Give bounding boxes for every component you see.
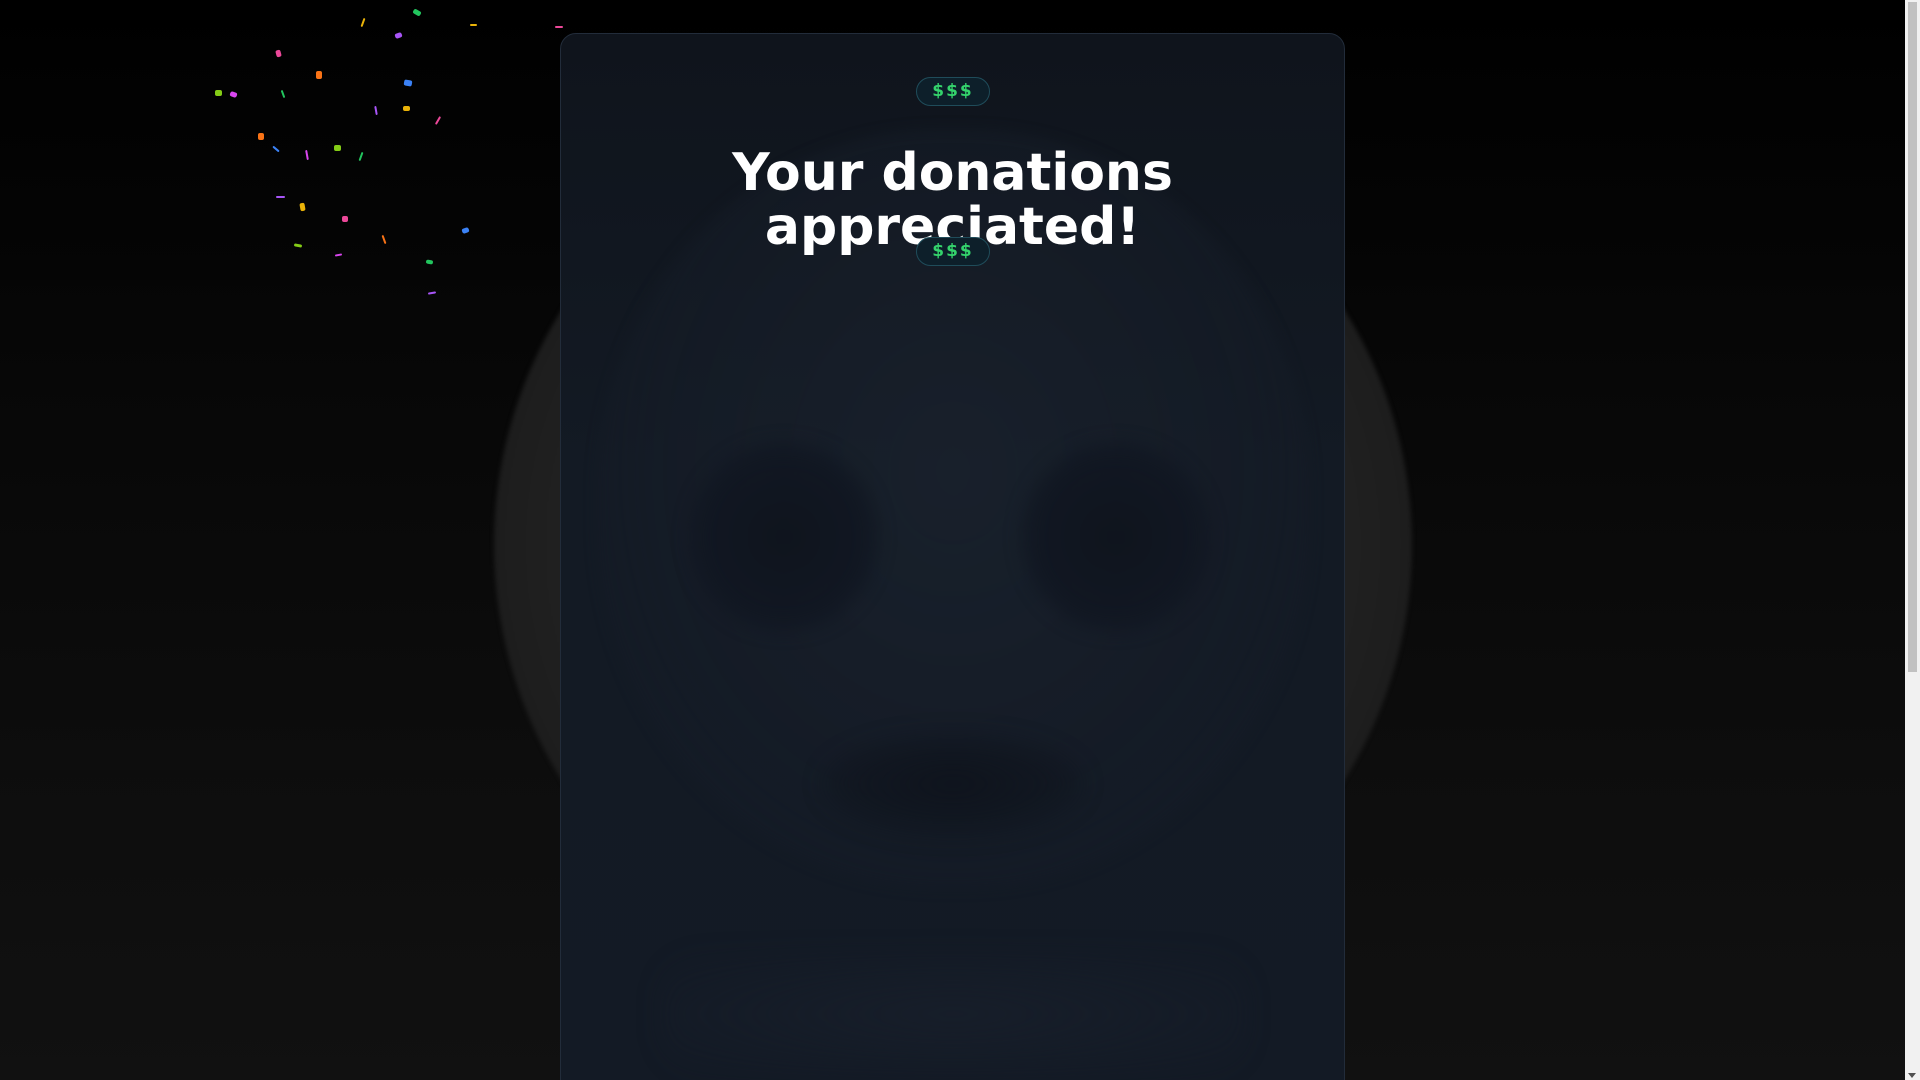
donation-card: $$$ Your donations appreciated! $$$ (560, 33, 1345, 1080)
confetti-piece (427, 291, 437, 295)
confetti-piece (412, 8, 422, 17)
confetti-piece (275, 49, 282, 58)
confetti-piece (374, 105, 378, 116)
confetti-piece (555, 26, 563, 28)
confetti-piece (394, 31, 403, 40)
confetti-piece (358, 151, 364, 162)
confetti-piece (280, 89, 286, 99)
confetti-piece (342, 216, 348, 222)
face-right-eye (1021, 442, 1211, 632)
confetti-piece (215, 90, 222, 96)
confetti-piece (381, 234, 387, 245)
confetti-piece (403, 79, 413, 87)
confetti-piece (434, 116, 442, 125)
face-left-eye (689, 442, 879, 632)
scrollbar-thumb[interactable] (1908, 2, 1917, 672)
confetti-piece (305, 149, 309, 161)
confetti-piece (258, 133, 264, 140)
vertical-scrollbar[interactable] (1905, 0, 1920, 1080)
confetti-piece (229, 90, 238, 99)
confetti-piece (316, 71, 322, 79)
confetti-piece (334, 253, 343, 257)
confetti-piece (425, 259, 434, 265)
face-mouth (823, 734, 1083, 834)
confetti-piece (334, 145, 341, 151)
face-shoulders (661, 954, 1246, 1074)
dollar-badge-bottom: $$$ (916, 237, 990, 266)
dollar-sign-icon: $$$ (932, 81, 974, 101)
dollar-badge-top: $$$ (916, 77, 990, 106)
confetti-piece (360, 17, 366, 28)
confetti-piece (403, 106, 410, 111)
scroll-down-arrow-icon[interactable] (1908, 1073, 1916, 1078)
confetti-piece (461, 226, 470, 235)
confetti-piece (276, 196, 285, 198)
confetti-piece (299, 202, 306, 212)
dollar-sign-icon: $$$ (932, 241, 974, 261)
confetti-piece (293, 243, 303, 248)
confetti-piece (470, 24, 477, 26)
page-background: $$$ Your donations appreciated! $$$ (0, 0, 1905, 1080)
confetti-piece (272, 145, 280, 153)
